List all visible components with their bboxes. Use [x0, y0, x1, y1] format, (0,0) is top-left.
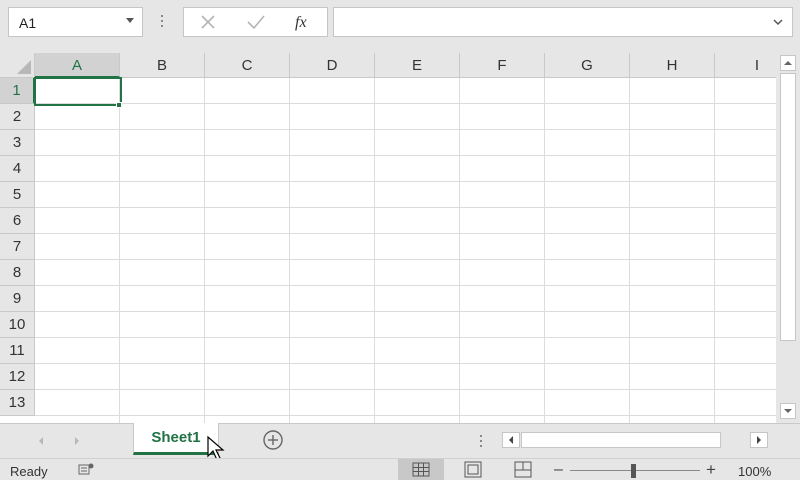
status-text: Ready: [10, 464, 48, 479]
formula-input[interactable]: [333, 7, 793, 37]
status-bar: Ready – + 100%: [0, 458, 800, 480]
zoom-out-button[interactable]: –: [554, 461, 563, 479]
column-header-c[interactable]: C: [205, 53, 290, 78]
column-header-b[interactable]: B: [120, 53, 205, 78]
row-header-9[interactable]: 9: [0, 286, 35, 312]
sheet-tab-bar: Sheet1: [0, 423, 800, 458]
column-header-h[interactable]: H: [630, 53, 715, 78]
row-header-4[interactable]: 4: [0, 156, 35, 182]
cancel-button[interactable]: [184, 8, 232, 36]
close-icon: [201, 15, 215, 29]
triangle-down-icon: [784, 409, 792, 413]
triangle-up-icon: [784, 61, 792, 65]
triangle-right-icon: [757, 436, 761, 444]
vertical-scrollbar[interactable]: [776, 53, 800, 423]
prev-sheet-icon[interactable]: [36, 435, 46, 447]
row-header-3[interactable]: 3: [0, 130, 35, 156]
function-icon: fx: [295, 14, 307, 31]
row-header-7[interactable]: 7: [0, 234, 35, 260]
row-header-10[interactable]: 10: [0, 312, 35, 338]
formula-bar: A1 fx: [0, 0, 800, 46]
row-header-11[interactable]: 11: [0, 338, 35, 364]
column-header-d[interactable]: D: [290, 53, 375, 78]
row-header-5[interactable]: 5: [0, 182, 35, 208]
insert-function-button[interactable]: fx: [280, 8, 328, 36]
horizontal-scrollbar[interactable]: [500, 431, 770, 449]
vertical-scroll-thumb[interactable]: [780, 73, 796, 341]
tab-split-handle-icon[interactable]: [479, 434, 483, 450]
enter-button[interactable]: [232, 8, 280, 36]
scroll-left-button[interactable]: [502, 432, 520, 448]
cell-area[interactable]: [35, 78, 776, 423]
row-header-13[interactable]: 13: [0, 390, 35, 416]
column-header-a[interactable]: A: [35, 53, 120, 78]
zoom-level[interactable]: 100%: [738, 464, 771, 479]
add-sheet-icon[interactable]: [262, 429, 284, 451]
svg-text:fx: fx: [295, 14, 307, 31]
scroll-up-button[interactable]: [780, 55, 796, 71]
check-icon: [247, 15, 265, 30]
macro-record-icon[interactable]: [78, 462, 96, 478]
page-break-icon: [514, 461, 532, 478]
horizontal-scroll-thumb[interactable]: [521, 432, 721, 448]
zoom-in-button[interactable]: +: [706, 460, 716, 480]
select-all-button[interactable]: [0, 53, 35, 78]
fill-handle[interactable]: [116, 102, 122, 108]
next-sheet-icon[interactable]: [72, 435, 82, 447]
row-header-12[interactable]: 12: [0, 364, 35, 390]
spreadsheet-grid[interactable]: ABCDEFGHI 1 2 3 4 5 6 7 8 9 10 11 12 13: [0, 53, 776, 423]
chevron-down-icon[interactable]: [126, 18, 134, 23]
zoom-slider-thumb[interactable]: [631, 464, 636, 478]
name-box[interactable]: A1: [8, 7, 143, 37]
row-header-1[interactable]: 1: [0, 78, 35, 104]
column-header-e[interactable]: E: [375, 53, 460, 78]
excel-window: A1 fx A B C D E F G H I 1 2 3 4 5 6 7 8 …: [0, 0, 800, 480]
expand-formula-bar-icon[interactable]: [772, 16, 784, 28]
formula-buttons: fx: [183, 7, 328, 37]
normal-view-button[interactable]: [398, 459, 444, 480]
drag-handle-icon[interactable]: [160, 13, 164, 31]
name-box-value: A1: [19, 15, 37, 31]
scroll-right-button[interactable]: [750, 432, 768, 448]
column-header-g[interactable]: G: [545, 53, 630, 78]
scroll-down-button[interactable]: [780, 403, 796, 419]
row-header-2[interactable]: 2: [0, 104, 35, 130]
triangle-left-icon: [509, 436, 513, 444]
row-header-8[interactable]: 8: [0, 260, 35, 286]
page-layout-view-button[interactable]: [450, 459, 496, 480]
column-header-f[interactable]: F: [460, 53, 545, 78]
page-break-view-button[interactable]: [500, 459, 546, 480]
active-cell[interactable]: [34, 77, 122, 106]
grid-view-icon: [412, 462, 430, 477]
row-header-6[interactable]: 6: [0, 208, 35, 234]
page-layout-icon: [464, 461, 482, 478]
column-header-i[interactable]: I: [715, 53, 776, 78]
